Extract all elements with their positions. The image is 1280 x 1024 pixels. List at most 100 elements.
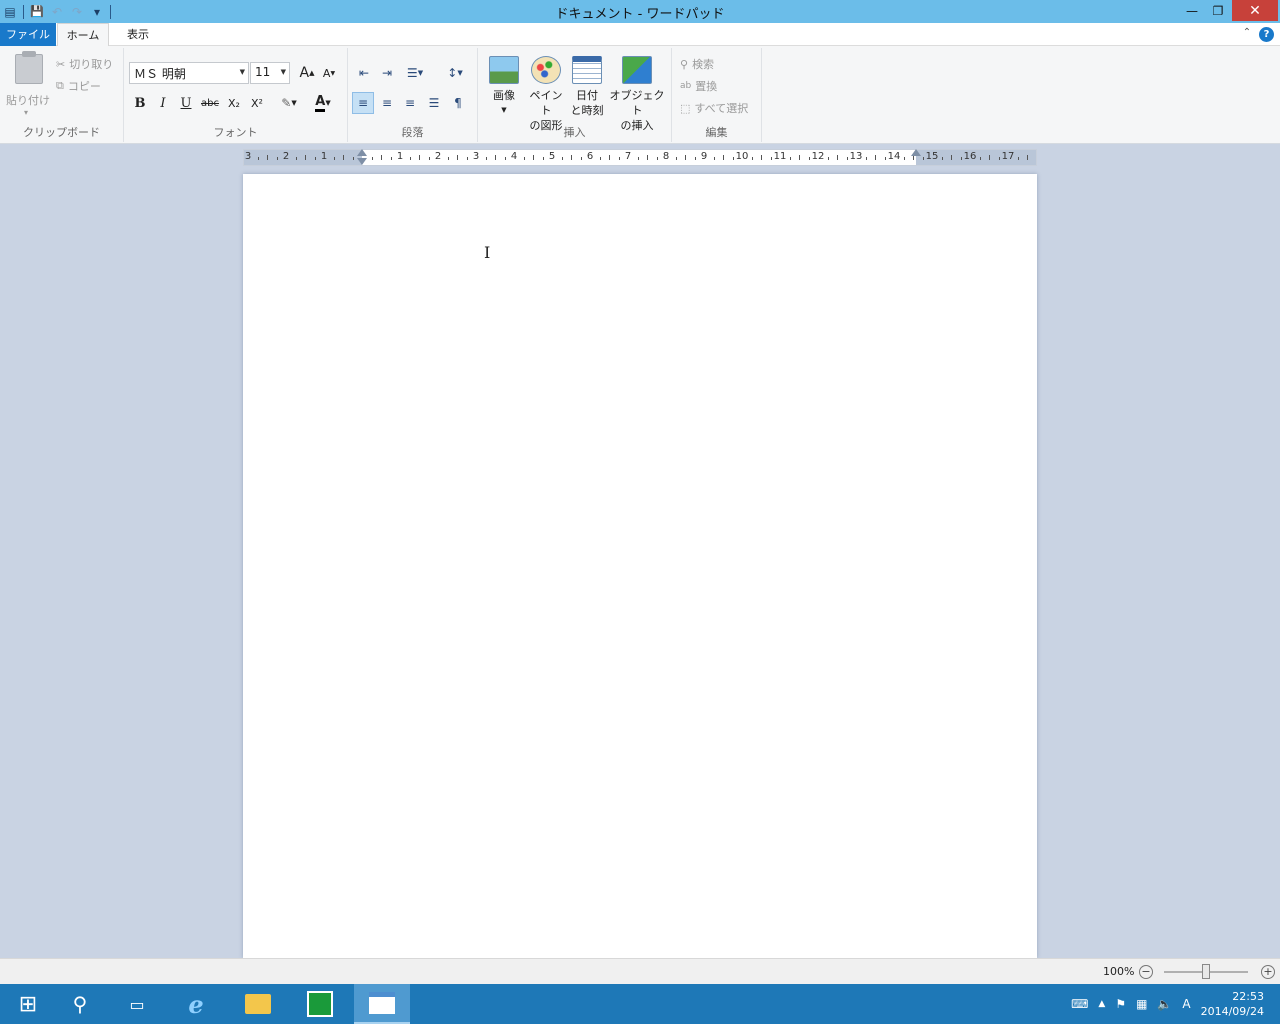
ruler-tick: [846, 157, 848, 160]
paint-drawing-button[interactable]: ペイント の図形: [526, 56, 566, 133]
right-indent-marker[interactable]: [911, 149, 921, 156]
folder-icon: [245, 994, 271, 1014]
help-icon[interactable]: ?: [1259, 27, 1274, 42]
date-time-label-1: 日付: [576, 89, 598, 102]
align-left-icon[interactable]: ≡: [352, 92, 374, 114]
minimize-button[interactable]: —: [1178, 0, 1206, 21]
grow-font-button[interactable]: A ▲: [296, 62, 318, 84]
ime-indicator[interactable]: A: [1182, 997, 1190, 1011]
font-size-select[interactable]: 11 ▼: [250, 62, 290, 84]
shrink-font-button[interactable]: A ▼: [318, 62, 340, 84]
font-family-select[interactable]: ＭＳ 明朝 ▼: [129, 62, 249, 84]
insert-group: 画像 ▼ ペイント の図形 日付 と時刻 オブジェクト の挿入 挿入: [478, 48, 672, 142]
internet-explorer-button[interactable]: e: [168, 984, 224, 1024]
ruler-tick: [609, 155, 610, 160]
ruler-tick: [447, 157, 449, 160]
paragraph-settings-icon[interactable]: ¶: [447, 92, 469, 114]
network-icon[interactable]: ▦: [1136, 997, 1147, 1011]
title-bar: ▤ 💾 ↶ ↷ ▾ ドキュメント - ワードパッド — ❐ ✕: [0, 0, 1280, 23]
copy-icon: ⧉: [56, 79, 64, 92]
keyboard-icon[interactable]: ⌨: [1071, 997, 1088, 1011]
justify-icon[interactable]: ☰: [423, 92, 445, 114]
line-spacing-icon[interactable]: ↕ ▼: [440, 62, 470, 84]
ruler-label: 2: [282, 151, 290, 162]
highlight-button[interactable]: ✎ ▼: [274, 92, 304, 114]
ruler-label: 7: [624, 151, 632, 162]
task-view-button[interactable]: ▭: [109, 984, 165, 1024]
volume-icon[interactable]: 🔈: [1157, 997, 1172, 1011]
highlighter-icon: ✎: [281, 96, 292, 110]
restore-button[interactable]: ❐: [1204, 0, 1232, 21]
file-explorer-button[interactable]: [230, 984, 286, 1024]
ribbon: 貼り付け ▾ ✂ 切り取り ⧉ コピー クリップボード ＭＳ 明朝 ▼ 11 ▼…: [0, 46, 1280, 144]
decrease-indent-icon[interactable]: ⇤: [353, 62, 375, 84]
increase-indent-icon[interactable]: ⇥: [376, 62, 398, 84]
ruler-tick: [922, 157, 924, 160]
chevron-down-icon: ▼: [239, 68, 245, 76]
date-time-label-2: と時刻: [570, 104, 604, 117]
italic-button[interactable]: I: [152, 92, 174, 114]
replace-button[interactable]: ab 置換: [680, 78, 717, 94]
font-group-label: フォント: [213, 126, 258, 139]
zoom-out-button[interactable]: −: [1139, 965, 1153, 979]
search-button[interactable]: ⚲: [52, 984, 108, 1024]
font-size-value: 11: [255, 65, 271, 79]
ruler-label: 13: [849, 151, 863, 162]
chevron-down-icon: ▼: [325, 99, 331, 107]
binoculars-icon: ⚲: [680, 57, 689, 71]
ruler-tick: [770, 157, 772, 160]
paste-icon[interactable]: [15, 51, 43, 84]
ruler-tick: [637, 157, 639, 160]
zoom-level[interactable]: 100%: [1103, 965, 1134, 978]
scissors-icon: ✂: [56, 57, 66, 71]
zoom-slider-thumb[interactable]: [1202, 964, 1210, 979]
bullet-list-icon[interactable]: ☰ ▼: [400, 62, 430, 84]
ruler-tick: [941, 157, 943, 160]
paragraph-group-label: 段落: [401, 126, 424, 139]
ruler-tick: [295, 157, 297, 160]
align-center-icon[interactable]: ≡: [376, 92, 398, 114]
tab-home[interactable]: ホーム: [57, 23, 109, 46]
ruler-tick: [884, 157, 886, 160]
insert-picture-button[interactable]: 画像 ▼: [486, 56, 522, 118]
strikethrough-button[interactable]: abc: [199, 92, 221, 114]
action-center-flag-icon[interactable]: ⚑: [1115, 997, 1126, 1011]
ruler-tick: [409, 157, 411, 160]
close-button[interactable]: ✕: [1232, 0, 1278, 21]
copy-button[interactable]: ⧉ コピー: [56, 78, 101, 94]
find-button[interactable]: ⚲ 検索: [680, 56, 714, 72]
paste-button[interactable]: 貼り付け: [6, 92, 50, 108]
font-color-button[interactable]: A ▼: [308, 92, 338, 114]
document-page[interactable]: I: [243, 174, 1037, 958]
collapse-ribbon-icon[interactable]: ⌃: [1240, 27, 1254, 41]
ruler-label: 1: [320, 151, 328, 162]
task-view-icon: ▭: [129, 994, 145, 1014]
clock-date: 2014/09/24: [1200, 1005, 1264, 1018]
date-time-button[interactable]: 日付 と時刻: [568, 56, 606, 118]
ruler-tick: [257, 157, 259, 160]
store-button[interactable]: [292, 984, 348, 1024]
show-hidden-icons-icon[interactable]: ▲: [1098, 999, 1105, 1009]
ruler-tick: [865, 157, 867, 160]
start-button[interactable]: ⊞: [0, 984, 56, 1024]
insert-object-button[interactable]: オブジェクト の挿入: [608, 56, 666, 133]
select-all-button[interactable]: ⬚ すべて選択: [680, 100, 748, 116]
cut-button[interactable]: ✂ 切り取り: [56, 56, 113, 72]
wordpad-taskbar-button[interactable]: [354, 984, 410, 1024]
align-right-icon[interactable]: ≡: [399, 92, 421, 114]
first-line-indent-marker[interactable]: [357, 158, 367, 165]
superscript-button[interactable]: X²: [246, 92, 268, 114]
ruler-tick: [799, 155, 800, 160]
ruler-tick: [903, 157, 905, 160]
ruler-tick: [580, 157, 582, 160]
zoom-in-button[interactable]: +: [1261, 965, 1275, 979]
paste-dropdown-icon[interactable]: ▾: [24, 108, 28, 117]
tab-view[interactable]: 表示: [114, 23, 162, 46]
clock[interactable]: 22:53 2014/09/24: [1201, 989, 1264, 1019]
left-indent-marker[interactable]: [357, 149, 367, 156]
underline-button[interactable]: U: [175, 92, 197, 114]
bold-button[interactable]: B: [129, 92, 151, 114]
cut-label: 切り取り: [69, 58, 114, 71]
tab-file[interactable]: ファイル: [0, 23, 56, 46]
subscript-button[interactable]: X₂: [223, 92, 245, 114]
